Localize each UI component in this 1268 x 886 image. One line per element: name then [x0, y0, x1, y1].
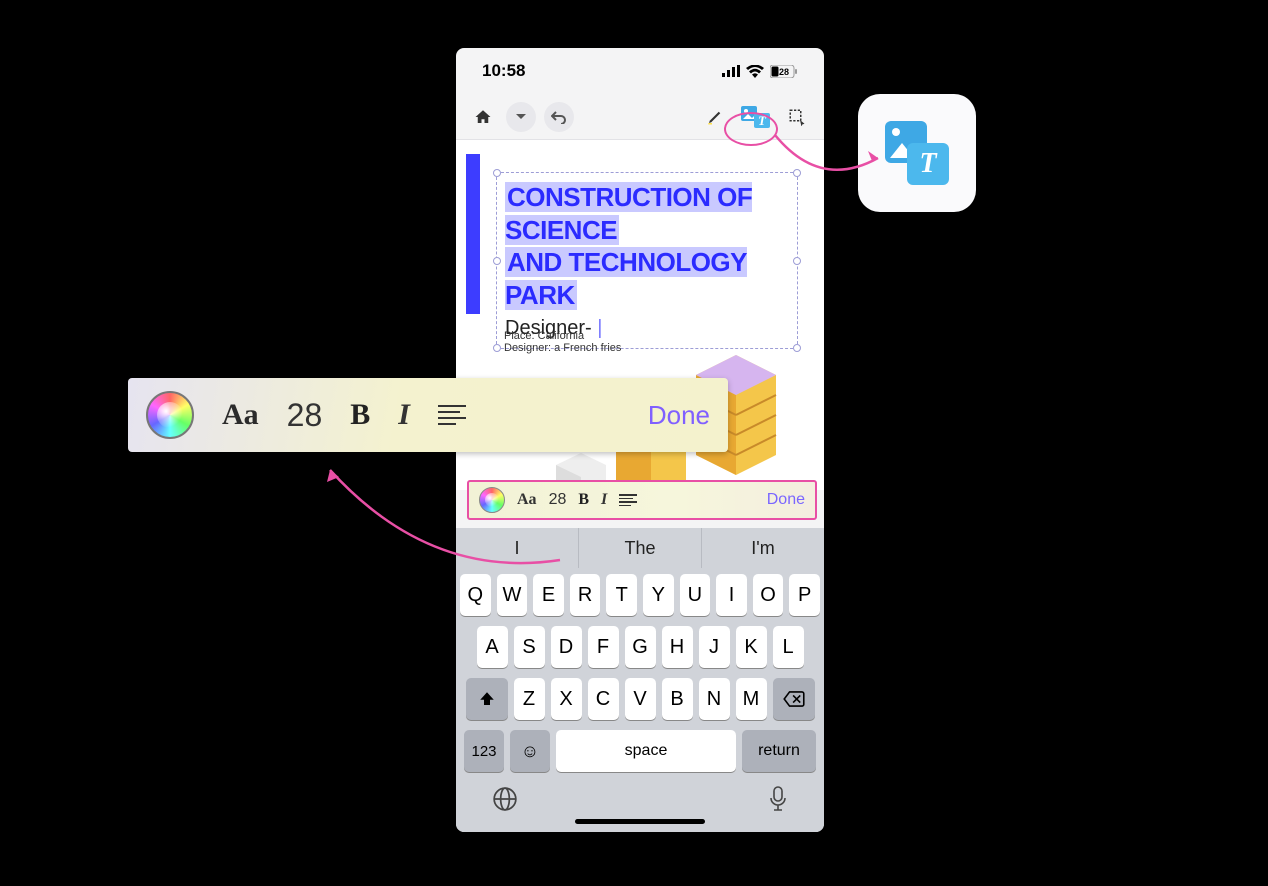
- color-picker-button-large[interactable]: [146, 391, 194, 439]
- status-indicators: 28: [722, 65, 798, 78]
- mic-icon[interactable]: [768, 786, 788, 818]
- signal-icon: [722, 65, 740, 77]
- key-a[interactable]: A: [477, 626, 508, 668]
- keyboard-bottom-row: [460, 772, 820, 818]
- blue-sidebar-decoration: [466, 154, 480, 314]
- key-d[interactable]: D: [551, 626, 582, 668]
- alignment-button[interactable]: [619, 494, 637, 506]
- wifi-icon: [746, 65, 764, 78]
- alignment-button-large[interactable]: [438, 405, 466, 425]
- lasso-button[interactable]: [782, 102, 812, 132]
- image-text-button[interactable]: T: [738, 103, 774, 131]
- key-z[interactable]: Z: [514, 678, 545, 720]
- key-k[interactable]: K: [736, 626, 767, 668]
- key-p[interactable]: P: [789, 574, 820, 616]
- bold-button-large[interactable]: B: [350, 398, 370, 432]
- keyboard-row-3: Z X C V B N M: [460, 678, 820, 720]
- suggestion-3[interactable]: I'm: [702, 528, 824, 568]
- format-bar-callout: Aa 28 B I Done: [128, 378, 728, 452]
- italic-button-large[interactable]: I: [398, 398, 410, 432]
- format-bar: Aa 28 B I Done: [467, 480, 817, 520]
- font-button-large[interactable]: Aa: [222, 398, 259, 432]
- highlighter-button[interactable]: [700, 102, 730, 132]
- svg-text:28: 28: [779, 67, 789, 77]
- return-key[interactable]: return: [742, 730, 816, 772]
- key-w[interactable]: W: [497, 574, 528, 616]
- battery-icon: 28: [770, 65, 798, 78]
- app-toolbar: T: [456, 94, 824, 140]
- svg-text:T: T: [758, 113, 767, 128]
- key-y[interactable]: Y: [643, 574, 674, 616]
- font-size-button[interactable]: 28: [549, 491, 567, 509]
- backspace-key[interactable]: [773, 678, 815, 720]
- keyboard-row-1: Q W E R T Y U I O P: [460, 574, 820, 616]
- done-button-large[interactable]: Done: [648, 400, 710, 431]
- callout-image-text-icon: T: [858, 94, 976, 212]
- keyboard-row-2: A S D F G H J K L: [460, 626, 820, 668]
- shift-key[interactable]: [466, 678, 508, 720]
- key-j[interactable]: J: [699, 626, 730, 668]
- emoji-key[interactable]: ☺: [510, 730, 550, 772]
- suggestion-2[interactable]: The: [579, 528, 702, 568]
- key-i[interactable]: I: [716, 574, 747, 616]
- key-v[interactable]: V: [625, 678, 656, 720]
- undo-button[interactable]: [544, 102, 574, 132]
- globe-icon[interactable]: [492, 786, 518, 818]
- key-t[interactable]: T: [606, 574, 637, 616]
- key-q[interactable]: Q: [460, 574, 491, 616]
- key-g[interactable]: G: [625, 626, 656, 668]
- key-x[interactable]: X: [551, 678, 582, 720]
- font-button[interactable]: Aa: [517, 491, 537, 509]
- key-e[interactable]: E: [533, 574, 564, 616]
- key-l[interactable]: L: [773, 626, 804, 668]
- keyboard: Q W E R T Y U I O P A S D F G H J K L Z: [456, 568, 824, 832]
- keyboard-suggestions: I The I'm: [456, 528, 824, 568]
- key-u[interactable]: U: [680, 574, 711, 616]
- text-selection-box[interactable]: CONSTRUCTION OF SCIENCE AND TECHNOLOGY P…: [496, 172, 798, 349]
- key-b[interactable]: B: [662, 678, 693, 720]
- numbers-key[interactable]: 123: [464, 730, 504, 772]
- keyboard-row-4: 123 ☺ space return: [460, 730, 820, 772]
- dropdown-button[interactable]: [506, 102, 536, 132]
- key-o[interactable]: O: [753, 574, 784, 616]
- doc-meta: Place: California Designer: a French fri…: [504, 330, 621, 354]
- home-button[interactable]: [468, 102, 498, 132]
- done-button[interactable]: Done: [767, 491, 805, 509]
- font-size-button-large[interactable]: 28: [287, 397, 323, 434]
- italic-button[interactable]: I: [601, 491, 607, 509]
- key-h[interactable]: H: [662, 626, 693, 668]
- status-time: 10:58: [482, 61, 525, 81]
- key-n[interactable]: N: [699, 678, 730, 720]
- key-c[interactable]: C: [588, 678, 619, 720]
- key-m[interactable]: M: [736, 678, 767, 720]
- key-f[interactable]: F: [588, 626, 619, 668]
- bold-button[interactable]: B: [578, 491, 589, 509]
- suggestion-1[interactable]: I: [456, 528, 579, 568]
- doc-title[interactable]: CONSTRUCTION OF SCIENCE AND TECHNOLOGY P…: [505, 181, 789, 311]
- status-bar: 10:58 28: [456, 48, 824, 94]
- color-picker-button[interactable]: [479, 487, 505, 513]
- key-r[interactable]: R: [570, 574, 601, 616]
- key-s[interactable]: S: [514, 626, 545, 668]
- space-key[interactable]: space: [556, 730, 736, 772]
- home-indicator: [575, 819, 705, 824]
